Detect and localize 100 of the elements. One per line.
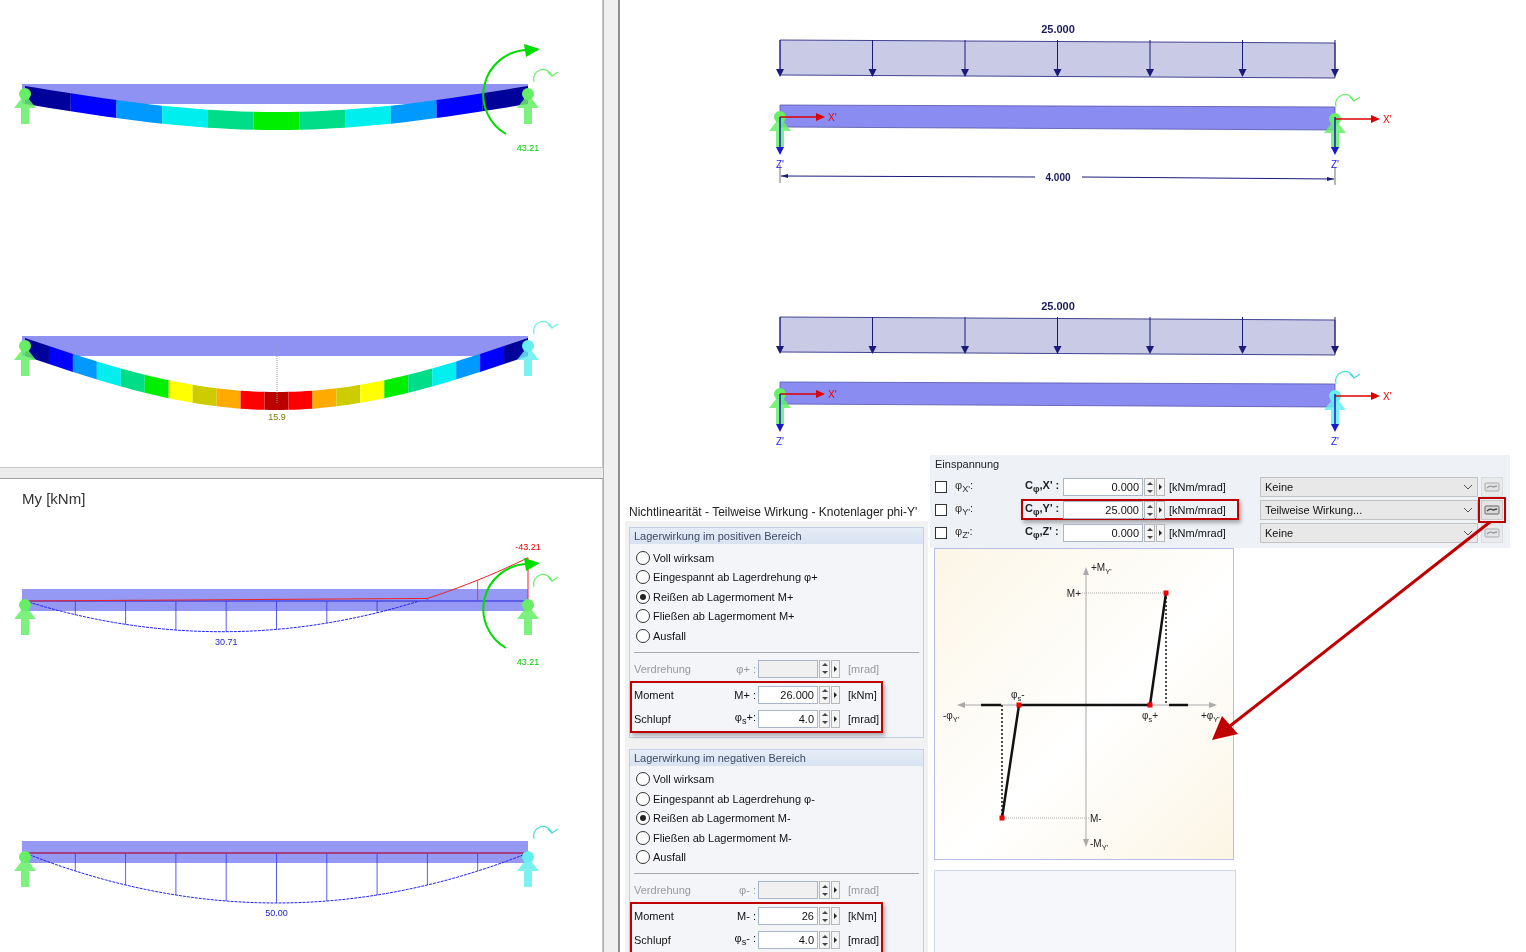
rotation-symbol-icon bbox=[1334, 370, 1361, 385]
support-arrow-icon bbox=[14, 599, 36, 635]
expand-button[interactable] bbox=[831, 709, 840, 728]
moment-value-label: 30.71 bbox=[214, 636, 238, 647]
radio-label[interactable]: Reißen ab Lagermoment M+ bbox=[653, 590, 794, 603]
symbol-label: φ$_{s}$+: bbox=[733, 710, 757, 727]
axis-label: Z' bbox=[776, 436, 784, 447]
radio-label[interactable]: Eingespannt ab Lagerdrehung φ- bbox=[653, 792, 815, 805]
spin-button[interactable] bbox=[819, 907, 830, 925]
moment-value-label: -43.21 bbox=[515, 542, 541, 552]
radio-label[interactable]: Eingespannt ab Lagerdrehung φ+ bbox=[653, 571, 818, 584]
expand-button[interactable] bbox=[831, 907, 840, 925]
axis-label: +φ$_{Y'}$ bbox=[1201, 710, 1220, 724]
unit-label: [mrad] bbox=[847, 712, 881, 725]
spring-constant-label: C$_{φ}$,X' : bbox=[1025, 479, 1061, 495]
point-label: M+ bbox=[1066, 588, 1081, 599]
support-arrow-icon bbox=[517, 88, 539, 124]
axis-label: φ$_{Y'}$: bbox=[955, 501, 975, 518]
radio-label[interactable]: Ausfall bbox=[653, 629, 687, 642]
rotation-symbol-icon bbox=[532, 573, 559, 588]
number-input-field[interactable]: 0.000 bbox=[1063, 524, 1143, 542]
spin-button[interactable] bbox=[819, 931, 830, 949]
radio-label[interactable]: Voll wirksam bbox=[653, 773, 715, 786]
number-input-field[interactable]: 4.0 bbox=[758, 709, 818, 728]
radio-button[interactable] bbox=[636, 811, 650, 826]
unit-label: [kNm] bbox=[847, 910, 878, 922]
checkbox[interactable] bbox=[935, 480, 947, 493]
rotation-symbol-icon bbox=[1334, 93, 1361, 108]
radio-button[interactable] bbox=[636, 589, 650, 604]
number-input-field[interactable]: 25.000 bbox=[1063, 501, 1143, 519]
axis-label: X' bbox=[828, 389, 837, 400]
dropdown[interactable]: Keine bbox=[1260, 476, 1478, 497]
spin-button[interactable] bbox=[1144, 524, 1155, 542]
number-input-field[interactable]: 0.000 bbox=[1063, 478, 1143, 496]
edit-button[interactable] bbox=[1481, 499, 1503, 520]
spring-constant-label: C$_{φ}$,Y' : bbox=[1025, 502, 1061, 518]
spin-button[interactable] bbox=[819, 685, 830, 704]
point-label: φ$_{s}$- bbox=[1011, 689, 1025, 703]
radio-label[interactable]: Fließen ab Lagermoment M- bbox=[653, 831, 792, 844]
number-input-field[interactable]: 26 bbox=[758, 907, 818, 925]
field-label: Schlupf bbox=[633, 934, 672, 946]
field-label: Verdrehung bbox=[633, 884, 692, 896]
axis-label: Z' bbox=[1331, 159, 1339, 170]
radio-button[interactable] bbox=[636, 570, 650, 585]
support-arrow-icon bbox=[14, 340, 36, 376]
axis-label: X' bbox=[1383, 114, 1392, 125]
number-input-field[interactable]: 4.0 bbox=[758, 931, 818, 949]
splitter-bar[interactable] bbox=[603, 0, 620, 952]
symbol-label: φ+ : bbox=[735, 662, 757, 675]
radio-button[interactable] bbox=[636, 830, 650, 845]
expand-button[interactable] bbox=[1156, 501, 1165, 519]
symbol-label: φ- : bbox=[738, 884, 757, 896]
dropdown[interactable]: Teilweise Wirkung... bbox=[1260, 499, 1478, 520]
spin-button[interactable] bbox=[819, 709, 830, 728]
radio-label[interactable]: Reißen ab Lagermoment M- bbox=[653, 812, 791, 825]
unit-label: [kNm/mrad] bbox=[1168, 504, 1227, 516]
unit-label: [mrad] bbox=[847, 934, 881, 946]
dropdown[interactable]: Keine bbox=[1260, 522, 1478, 543]
axis-label: X' bbox=[1383, 391, 1392, 402]
radio-button[interactable] bbox=[636, 772, 650, 787]
radio-label[interactable]: Fließen ab Lagermoment M+ bbox=[653, 610, 795, 623]
symbol-label: M- : bbox=[736, 910, 757, 922]
radio-button[interactable] bbox=[636, 791, 650, 806]
group-title: Lagerwirkung im positiven Bereich bbox=[630, 528, 923, 544]
expand-button[interactable] bbox=[1156, 478, 1165, 496]
spin-button[interactable] bbox=[1144, 478, 1155, 496]
radio-label[interactable]: Voll wirksam bbox=[653, 551, 715, 564]
axis-label: Z' bbox=[776, 159, 784, 170]
expand-button[interactable] bbox=[831, 931, 840, 949]
pane-title: My [kNm] bbox=[21, 489, 87, 509]
checkbox[interactable] bbox=[935, 503, 947, 516]
unit-label: [kNm/mrad] bbox=[1168, 481, 1227, 493]
support-arrow-icon bbox=[517, 851, 539, 887]
point-label: M- bbox=[1090, 813, 1102, 824]
checkbox[interactable] bbox=[935, 526, 947, 539]
unit-label: [mrad] bbox=[847, 884, 881, 896]
radio-button[interactable] bbox=[636, 609, 650, 624]
moment-value-label: 43.21 bbox=[516, 657, 540, 667]
unit-label: [kNm] bbox=[847, 688, 878, 701]
axis-label: φ$_{X'}$: bbox=[955, 478, 975, 495]
axis-label: Z' bbox=[1331, 436, 1339, 447]
radio-button[interactable] bbox=[636, 550, 650, 565]
unit-label: [mrad] bbox=[847, 662, 881, 675]
chevron-down-icon bbox=[1463, 506, 1473, 513]
number-input-field[interactable]: 26.000 bbox=[758, 685, 818, 704]
radio-label[interactable]: Ausfall bbox=[653, 851, 687, 864]
rotation-symbol-icon bbox=[532, 320, 559, 335]
field-label: Moment bbox=[633, 688, 675, 701]
radio-button[interactable] bbox=[636, 850, 650, 865]
axis-label: +M$_{Y'}$ bbox=[1091, 562, 1112, 576]
axis-label: φ$_{Z'}$: bbox=[955, 524, 974, 541]
radio-button[interactable] bbox=[636, 628, 650, 643]
symbol-label: φ$_{s}$- : bbox=[733, 932, 757, 948]
expand-button[interactable] bbox=[831, 685, 840, 704]
support-arrow-icon bbox=[14, 88, 36, 124]
expand-button[interactable] bbox=[1156, 524, 1165, 542]
unit-label: [kNm/mrad] bbox=[1168, 527, 1227, 539]
symbol-label: M+ : bbox=[733, 688, 757, 701]
spin-button[interactable] bbox=[1144, 501, 1155, 519]
rotation-symbol-icon bbox=[532, 68, 559, 83]
